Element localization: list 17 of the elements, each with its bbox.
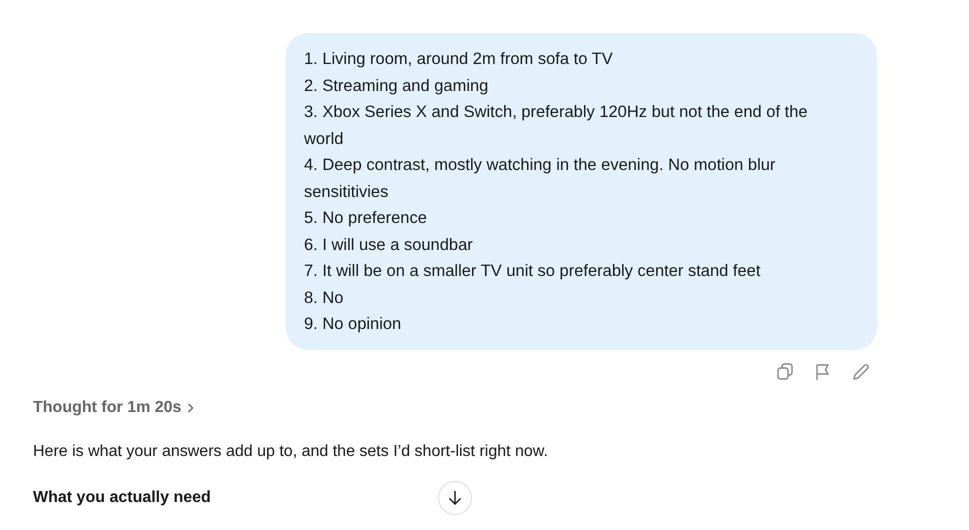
message-line: 1. Living room, around 2m from sofa to TV bbox=[304, 49, 614, 70]
response-text: Here is what your answers add up to, and the sets I’d short-list right now. bbox=[33, 442, 548, 462]
message-line: 3. Xbox Series X and Switch, preferably 120Hz but not the end of the world bbox=[304, 102, 809, 150]
chevron-icon bbox=[187, 402, 194, 412]
message-line: 4. Deep contrast, mostly watching in the evening. No motion blur sensititivies bbox=[304, 155, 776, 202]
message-line: 5. No preference bbox=[304, 208, 428, 229]
message-line: 7. It will be on a smaller TV unit so preferably center stand feet bbox=[304, 261, 762, 282]
copy-icon[interactable] bbox=[775, 362, 795, 382]
message-line: 2. Streaming and gaming bbox=[304, 76, 490, 96]
message-line: 8. No bbox=[304, 288, 344, 308]
thought-toggle[interactable]: Thought for 1m 20s bbox=[33, 396, 182, 420]
scroll-down-button[interactable] bbox=[438, 481, 472, 515]
arrow-down-icon bbox=[448, 490, 462, 506]
section-heading: What you actually need bbox=[33, 488, 211, 508]
message-line: 9. No opinion bbox=[304, 314, 402, 335]
message-line: 6. I will use a soundbar bbox=[304, 234, 474, 256]
pencil-icon[interactable] bbox=[851, 362, 871, 382]
